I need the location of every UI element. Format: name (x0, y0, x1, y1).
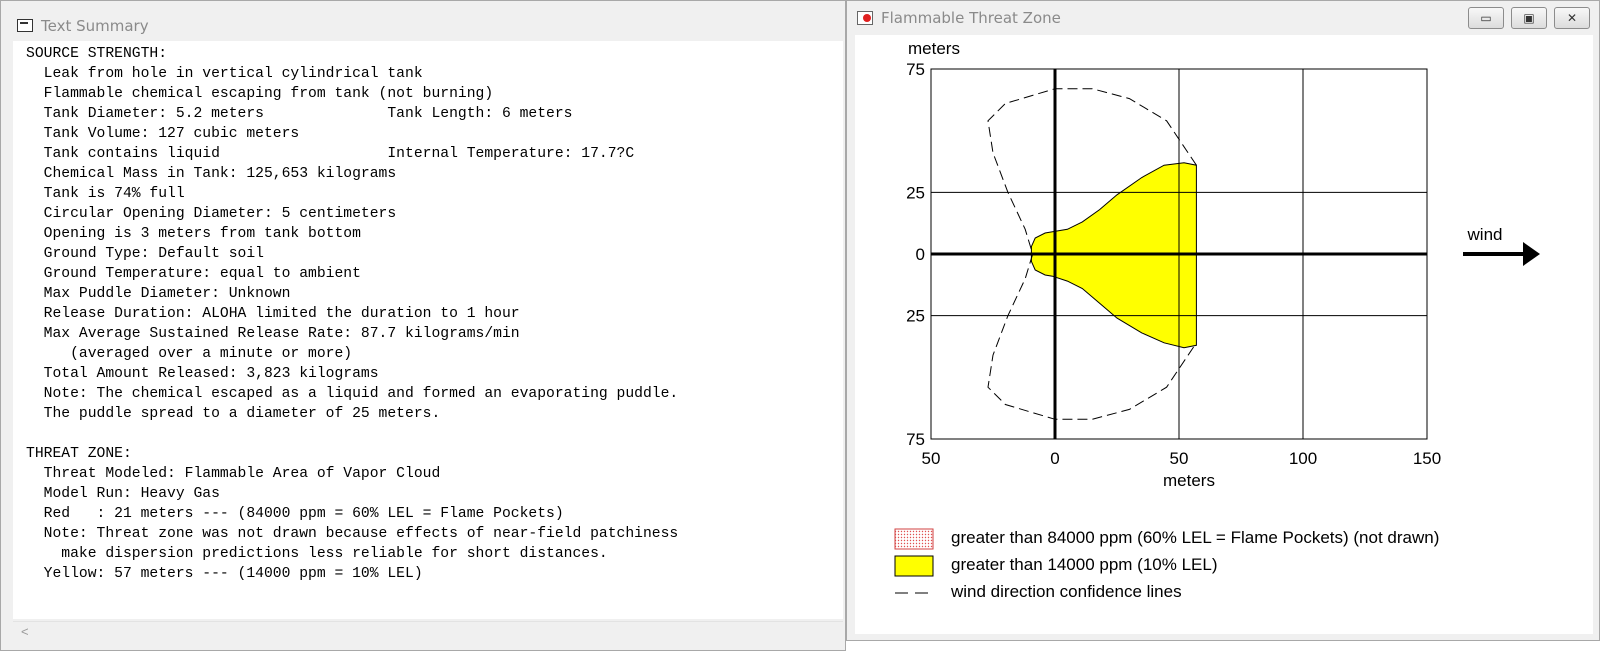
horizontal-scrollbar[interactable]: < (13, 621, 843, 643)
threat-zone-window: Flammable Threat Zone ▭ ▣ ✕ 75 25 0 25 75 50 0… (846, 0, 1600, 641)
minimize-button[interactable]: ▭ (1468, 7, 1504, 29)
legend-label-confidence: wind direction confidence lines (950, 582, 1182, 601)
window-title: Flammable Threat Zone (881, 9, 1061, 27)
legend-label-yellow: greater than 14000 ppm (10% LEL) (951, 555, 1218, 574)
window-icon (857, 11, 873, 25)
legend-swatch-red (894, 528, 934, 550)
maximize-button[interactable]: ▣ (1511, 7, 1547, 29)
summary-pane: SOURCE STRENGTH: Leak from hole in verti… (13, 41, 843, 619)
summary-text: SOURCE STRENGTH: Leak from hole in verti… (26, 46, 679, 582)
legend-label-red: greater than 84000 ppm (60% LEL = Flame … (951, 528, 1439, 547)
y-tick-label: 25 (906, 183, 925, 202)
close-button[interactable]: ✕ (1554, 7, 1590, 29)
x-tick-label: 50 (1170, 449, 1189, 468)
y-axis-label: meters (908, 39, 960, 58)
x-tick-label: 50 (922, 449, 941, 468)
window-icon (17, 19, 33, 32)
window-title: Text Summary (41, 17, 149, 35)
y-tick-label: 75 (906, 430, 925, 449)
y-tick-label: 75 (906, 60, 925, 79)
x-tick-label: 150 (1413, 449, 1441, 468)
threat-zone-plot: 75250257550 0 50 100 150metersmeterswindgrea… (894, 39, 1540, 601)
plot-pane: 75 25 0 25 75 50 0 50 100 150 meters meters wind grea… (855, 35, 1593, 634)
wind-label: wind (1467, 225, 1503, 244)
wind-arrow-icon (1523, 242, 1540, 266)
scroll-left-icon[interactable]: < (21, 624, 29, 639)
x-axis-label: meters (1163, 471, 1215, 490)
title-bar[interactable]: Text Summary (1, 1, 845, 41)
text-summary-window: Text Summary SOURCE STRENGTH: Leak from … (0, 0, 846, 651)
legend-swatch-yellow (894, 555, 934, 577)
y-tick-label: 0 (916, 245, 925, 264)
y-tick-label: 25 (906, 307, 925, 326)
x-tick-label: 0 (1050, 449, 1059, 468)
x-tick-label: 100 (1289, 449, 1317, 468)
